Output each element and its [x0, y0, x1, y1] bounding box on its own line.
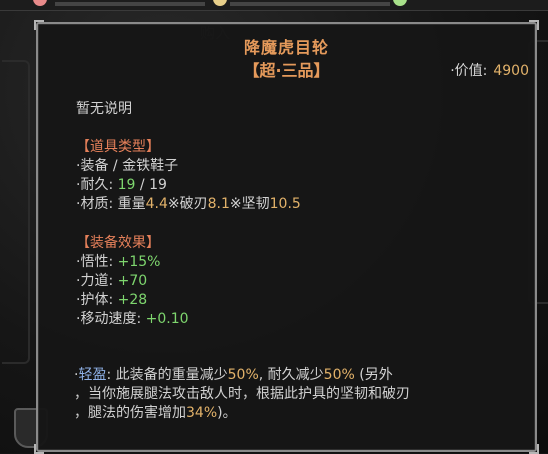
equip-type-line: ·装备 / 金铁鞋子	[76, 155, 178, 175]
value-amount: 4900	[493, 63, 529, 79]
special-name: 轻盈	[78, 367, 107, 383]
item-type-header: 【道具类型】	[76, 139, 160, 155]
special-line-3: ，腿法的伤害增加34%)。	[74, 404, 514, 423]
effect-value: +15%	[117, 254, 161, 270]
break-label: 破刃	[179, 196, 208, 212]
effect-value: +28	[117, 292, 148, 308]
top-status-bar	[0, 0, 548, 11]
special-number: 50%	[227, 367, 259, 383]
effect-line: ·力道: +70	[76, 270, 147, 290]
special-text: (另外	[354, 367, 393, 383]
tough-label: 坚韧	[241, 196, 270, 212]
separator: ※	[229, 196, 242, 212]
break-value: 8.1	[207, 196, 230, 212]
weight-value: 4.4	[145, 196, 168, 212]
special-number: 50%	[323, 367, 355, 383]
special-line-2: ，当你施展腿法攻击敌人时，根据此护具的坚韧和破刃	[74, 386, 410, 402]
status-bar-segment	[230, 2, 390, 6]
durability-line: ·耐久: 19 / 19	[76, 174, 167, 194]
separator: ※	[167, 196, 180, 212]
tough-value: 10.5	[269, 196, 301, 212]
item-tooltip: 降魔虎目轮 【超·三品】 ·价值: 4900 暂无说明 【道具类型】 ·装备 / …	[34, 20, 539, 454]
effect-value: +0.10	[145, 311, 189, 327]
special-effect-description: ·轻盈: 此装备的重量减少50%, 耐久减少50% (另外 ，当你施展腿法攻击敌…	[74, 366, 514, 423]
material-line: ·材质: 重量4.4※破刃8.1※坚韧10.5	[76, 193, 301, 213]
item-name: 降魔虎目轮	[243, 38, 329, 57]
durability-label: ·耐久:	[76, 177, 118, 193]
special-text: )。	[217, 405, 237, 421]
tooltip-corner	[34, 20, 44, 30]
special-text: : 此装备的重量减少	[106, 367, 228, 383]
durability-max: / 19	[135, 177, 167, 193]
effect-line: ·移动速度: +0.10	[76, 308, 189, 328]
special-number: 34%	[186, 405, 218, 421]
material-label: ·材质:	[76, 196, 118, 212]
value-label: ·价值:	[450, 63, 488, 79]
effect-line: ·护体: +28	[76, 289, 147, 309]
character-token-icon[interactable]	[213, 0, 227, 6]
special-text: ，腿法的伤害增加	[74, 405, 186, 421]
effect-label: ·移动速度:	[76, 311, 146, 327]
equip-type-value: 金铁鞋子	[122, 158, 179, 174]
background-panel-frame	[2, 60, 30, 364]
weight-label: 重量	[117, 196, 146, 212]
effect-label: ·护体:	[76, 292, 118, 308]
special-text: , 耐久减少	[258, 367, 324, 383]
status-bar-segment	[55, 2, 205, 6]
tooltip-corner	[529, 20, 539, 30]
equip-effects-header: 【装备效果】	[76, 235, 160, 251]
effect-line: ·悟性: +15%	[76, 251, 160, 271]
special-line-1: ·轻盈: 此装备的重量减少50%, 耐久减少50% (另外	[74, 366, 514, 385]
character-token-icon[interactable]	[393, 0, 407, 6]
effect-label: ·力道:	[76, 273, 118, 289]
item-value: ·价值: 4900	[450, 60, 529, 80]
equip-type-label: ·装备 /	[76, 158, 123, 174]
effect-label: ·悟性:	[76, 254, 118, 270]
character-token-icon[interactable]	[33, 0, 47, 6]
durability-current: 19	[117, 177, 136, 193]
effect-value: +70	[117, 273, 148, 289]
no-description-text: 暂无说明	[76, 101, 132, 117]
